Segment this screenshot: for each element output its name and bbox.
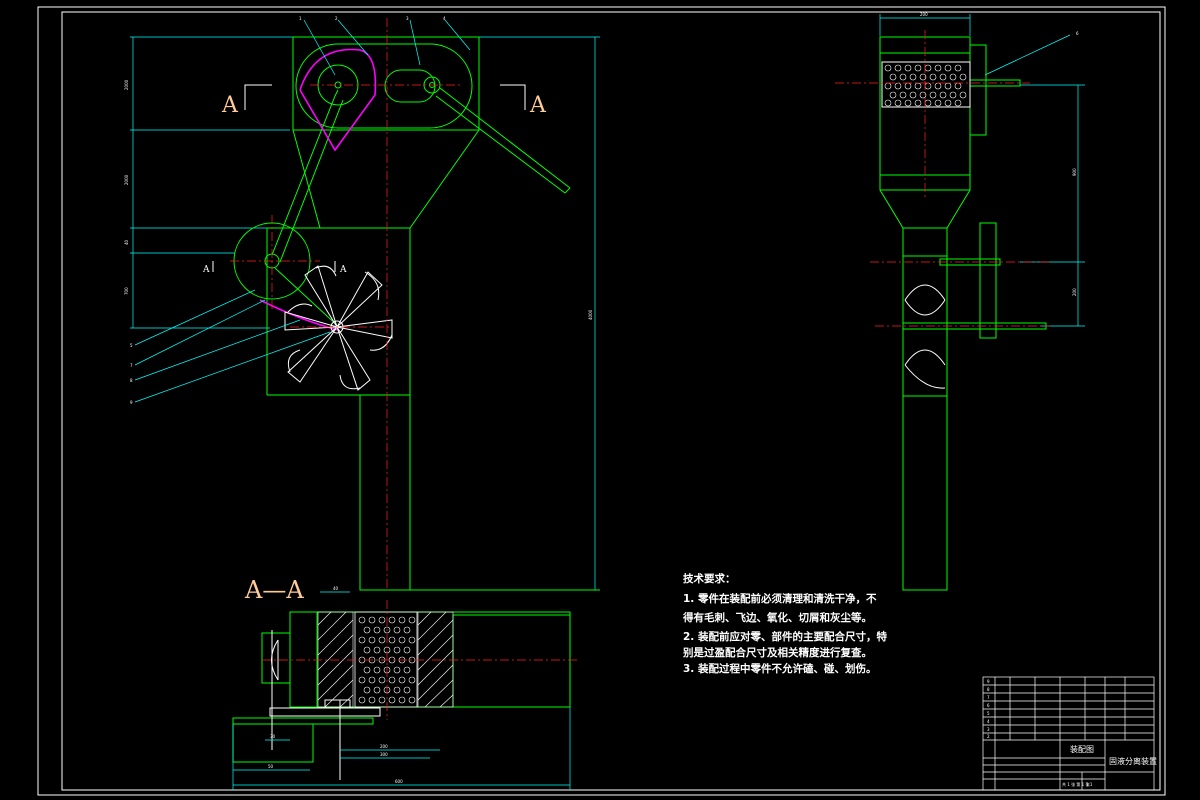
tech-req-line-5: 3. 装配过程中零件不允许磕、碰、划伤。 (683, 662, 876, 675)
svg-text:9: 9 (987, 679, 990, 684)
tech-req-line-2: 得有毛刺、飞边、氧化、切屑和灰尘等。 (682, 611, 872, 624)
svg-text:600: 600 (395, 779, 403, 784)
technical-requirements: 技术要求： 1. 零件在装配前必须清理和清洗干净，不 得有毛刺、飞边、氧化、切屑… (682, 572, 887, 675)
balloon-7: 7 (130, 363, 133, 368)
title-block-drawing-type: 装配图 (1070, 744, 1094, 754)
section-mark-small-right: A (339, 265, 347, 275)
svg-text:300: 300 (380, 752, 388, 757)
title-block-drawing-name: 固液分离装置 (1109, 756, 1157, 766)
svg-text:200: 200 (1072, 288, 1077, 296)
tech-req-line-3: 2. 装配前应对零、部件的主要配合尺寸，特 (683, 630, 887, 643)
svg-text:4000: 4000 (588, 309, 593, 320)
section-view-title: A—A (244, 576, 304, 604)
tech-req-heading: 技术要求： (683, 572, 736, 585)
svg-text:40: 40 (333, 586, 339, 591)
svg-text:700: 700 (124, 287, 129, 295)
front-view: 2000 2000 40 700 4000 A A A A 1 2 3 4 5 … (124, 16, 1079, 591)
tech-req-line-1: 1. 零件在装配前必须清理和清洗干净，不 (683, 592, 877, 605)
drum-holes-side (884, 64, 967, 107)
balloon-2: 2 (335, 16, 338, 21)
section-mark-small-left: A (202, 265, 210, 275)
svg-text:50: 50 (268, 764, 274, 769)
side-view: 200 900 200 (835, 12, 1085, 591)
svg-text:2: 2 (987, 734, 990, 739)
svg-text:200: 200 (920, 12, 928, 17)
balloon-5: 5 (130, 343, 133, 348)
svg-text:6: 6 (987, 703, 990, 708)
assembly-drawing: 2000 2000 40 700 4000 A A A A 1 2 3 4 5 … (37, 6, 1166, 796)
section-view-a-a: A—A 40 200 300 50 600 30 (232, 576, 580, 790)
svg-text:200: 200 (380, 744, 388, 749)
svg-text:3: 3 (987, 727, 990, 732)
title-block (982, 676, 1155, 791)
balloon-6: 6 (1076, 31, 1079, 36)
section-mark-left: A (221, 93, 239, 118)
balloon-8: 8 (130, 378, 133, 383)
tech-req-line-4: 别是过盈配合尺寸及相关精度进行复查。 (682, 646, 872, 659)
sheet-inner-border (61, 11, 1161, 791)
svg-text:2000: 2000 (124, 174, 129, 185)
svg-text:7: 7 (987, 695, 990, 700)
svg-text:900: 900 (1072, 168, 1077, 176)
balloon-1: 1 (299, 16, 302, 21)
svg-text:8: 8 (987, 687, 990, 692)
svg-text:30: 30 (270, 734, 276, 739)
svg-text:2000: 2000 (124, 79, 129, 90)
section-mark-right: A (529, 93, 547, 118)
svg-text:5: 5 (987, 711, 990, 716)
svg-text:4: 4 (987, 719, 990, 724)
balloon-9: 9 (130, 400, 133, 405)
title-block-sheet: 共 1 张 第 1 张 (1062, 781, 1089, 787)
svg-text:40: 40 (124, 239, 129, 245)
rotor-impeller (284, 265, 393, 391)
balloon-3: 3 (406, 16, 409, 21)
